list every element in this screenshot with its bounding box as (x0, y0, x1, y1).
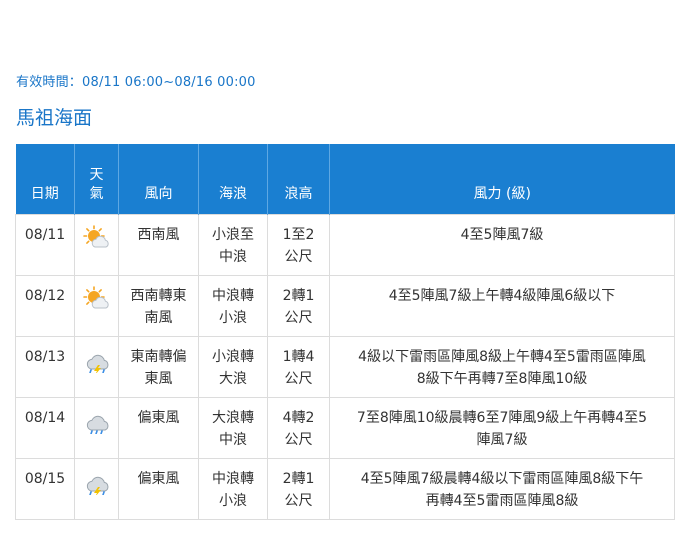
wave-height-cell: 1至2 公尺 (267, 214, 330, 276)
wind-direction-line1: 西南風 (137, 227, 180, 243)
thunderstorm-icon (83, 347, 111, 375)
wave-height-line2: 公尺 (284, 310, 313, 326)
wave-height-line1: 4轉2 (282, 410, 315, 426)
table-row: 08/11 西南風 小浪至 中浪 1至2 公尺 4至5陣風7級 (15, 214, 675, 276)
header-wave: 海浪 (198, 144, 268, 215)
table-row: 08/15 偏東風 中浪轉 小浪 2轉1 公尺 4至5陣風7級晨轉4級以下雷雨區… (15, 458, 675, 520)
weather-cell (74, 214, 119, 276)
date-cell: 08/14 (15, 397, 75, 459)
table-row: 08/12 西南轉東 南風 中浪轉 小浪 2轉1 公尺 4至5陣風7級上午轉4級… (15, 275, 675, 337)
wave-height-line1: 1轉4 (282, 349, 315, 365)
wind-force-cell: 4至5陣風7級晨轉4級以下雷雨區陣風8級下午 再轉4至5雷雨區陣風8級 (329, 458, 675, 520)
wind-direction-cell: 偏東風 (118, 458, 199, 520)
wave-line1: 中浪轉 (212, 288, 254, 304)
thunderstorm-icon (83, 469, 111, 497)
header-weather: 天 氣 (74, 144, 119, 215)
wave-line2: 中浪 (219, 249, 247, 265)
date-cell: 08/11 (15, 214, 75, 276)
wind-force-line2: 再轉4至5雷雨區陣風8級 (425, 493, 579, 509)
date-cell: 08/12 (15, 275, 75, 337)
wind-direction-line1: 西南轉東 (130, 288, 187, 304)
wind-force-line2: 陣風7級 (476, 432, 528, 448)
wind-force-line1: 4至5陣風7級 (460, 227, 544, 243)
forecast-table: 日期 天 氣 風向 海浪 浪高 風力 (級) 08/11 西南風 小浪至 中浪 … (15, 144, 675, 520)
wind-force-cell: 4至5陣風7級上午轉4級陣風6級以下 (329, 275, 675, 337)
wind-force-line2: 8級下午再轉7至8陣風10級 (416, 371, 588, 387)
table-row: 08/13 東南轉偏 東風 小浪轉 大浪 1轉4 公尺 4級以下雷雨區陣風8級上… (15, 336, 675, 398)
weather-cell (74, 336, 119, 398)
wave-line1: 小浪轉 (212, 349, 254, 365)
wind-force-cell: 4至5陣風7級 (329, 214, 675, 276)
header-date: 日期 (15, 144, 75, 215)
wave-line1: 大浪轉 (212, 410, 254, 426)
header-weather-line2: 氣 (89, 186, 104, 202)
wave-line1: 小浪至 (212, 227, 254, 243)
sun-cloud-icon (82, 286, 111, 312)
weather-cell (74, 275, 119, 337)
rain-cloud-icon (83, 408, 111, 435)
wind-force-line1: 4級以下雷雨區陣風8級上午轉4至5雷雨區陣風 (358, 349, 646, 365)
header-wind-direction: 風向 (118, 144, 199, 215)
header-weather-line1: 天 (89, 167, 104, 183)
wave-line1: 中浪轉 (212, 471, 254, 487)
wave-cell: 小浪至 中浪 (198, 214, 268, 276)
wave-height-line2: 公尺 (284, 493, 313, 509)
wave-cell: 大浪轉 中浪 (198, 397, 268, 459)
header-wave-height: 浪高 (267, 144, 330, 215)
sun-cloud-icon (82, 225, 111, 251)
wind-direction-line1: 偏東風 (137, 471, 180, 487)
wave-cell: 小浪轉 大浪 (198, 336, 268, 398)
wind-direction-line2: 南風 (144, 310, 173, 326)
wind-direction-cell: 東南轉偏 東風 (118, 336, 199, 398)
wave-line2: 中浪 (219, 432, 247, 448)
wind-force-cell: 4級以下雷雨區陣風8級上午轉4至5雷雨區陣風 8級下午再轉7至8陣風10級 (329, 336, 675, 398)
wind-direction-cell: 偏東風 (118, 397, 199, 459)
wave-cell: 中浪轉 小浪 (198, 458, 268, 520)
wind-force-line1: 4至5陣風7級晨轉4級以下雷雨區陣風8級下午 (360, 471, 644, 487)
wind-direction-cell: 西南轉東 南風 (118, 275, 199, 337)
wind-force-line1: 7至8陣風10級晨轉6至7陣風9級上午再轉4至5 (356, 410, 648, 426)
wind-force-cell: 7至8陣風10級晨轉6至7陣風9級上午再轉4至5 陣風7級 (329, 397, 675, 459)
wind-force-line1: 4至5陣風7級上午轉4級陣風6級以下 (388, 288, 616, 304)
table-header-row: 日期 天 氣 風向 海浪 浪高 風力 (級) (15, 144, 675, 215)
date-cell: 08/13 (15, 336, 75, 398)
wave-cell: 中浪轉 小浪 (198, 275, 268, 337)
wave-line2: 小浪 (219, 493, 247, 509)
wave-height-line1: 2轉1 (282, 288, 315, 304)
weather-cell (74, 458, 119, 520)
wave-height-cell: 2轉1 公尺 (267, 458, 330, 520)
header-wind-force: 風力 (級) (329, 144, 675, 215)
wave-height-cell: 1轉4 公尺 (267, 336, 330, 398)
wind-direction-line1: 偏東風 (137, 410, 180, 426)
wave-line2: 小浪 (219, 310, 247, 326)
wave-height-line2: 公尺 (284, 432, 313, 448)
table-row: 08/14 偏東風 大浪轉 中浪 4轉2 公尺 7至8陣風10級晨轉6至7陣風9… (15, 397, 675, 459)
area-title: 馬祖海面 (16, 107, 93, 129)
wave-height-line2: 公尺 (284, 249, 313, 265)
wind-direction-line1: 東南轉偏 (130, 349, 187, 365)
weather-cell (74, 397, 119, 459)
wave-height-cell: 4轉2 公尺 (267, 397, 330, 459)
wind-direction-cell: 西南風 (118, 214, 199, 276)
wave-height-line1: 1至2 (282, 227, 315, 243)
wave-height-cell: 2轉1 公尺 (267, 275, 330, 337)
wave-height-line2: 公尺 (284, 371, 313, 387)
date-cell: 08/15 (15, 458, 75, 520)
wave-line2: 大浪 (219, 371, 247, 387)
wave-height-line1: 2轉1 (282, 471, 315, 487)
validity-period: 有效時間：08/11 06:00~08/16 00:00 (16, 75, 256, 90)
wind-direction-line2: 東風 (144, 371, 173, 387)
